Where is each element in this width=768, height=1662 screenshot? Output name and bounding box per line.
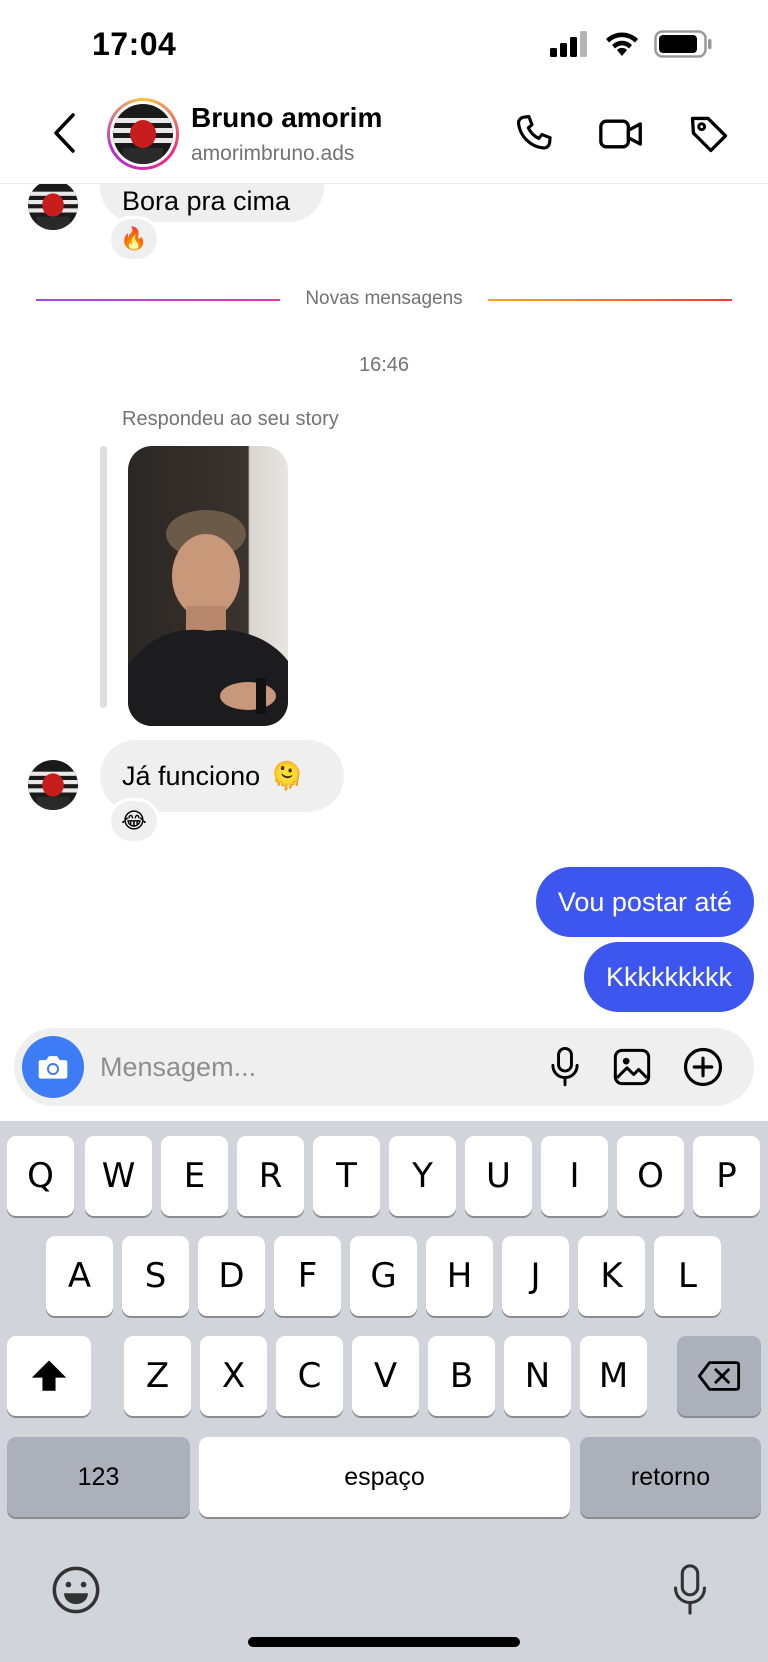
key-y[interactable]: Y <box>389 1136 456 1216</box>
key-m[interactable]: M <box>580 1336 647 1416</box>
status-time: 17:04 <box>92 26 177 62</box>
wifi-icon <box>606 32 638 56</box>
sender-avatar[interactable] <box>28 760 78 810</box>
avatar-image <box>28 760 78 810</box>
key-d[interactable]: D <box>198 1236 265 1316</box>
return-key[interactable]: retorno <box>580 1437 761 1517</box>
key-t[interactable]: T <box>313 1136 380 1216</box>
backspace-icon <box>697 1361 741 1391</box>
key-r[interactable]: R <box>237 1136 304 1216</box>
reaction-emoji: 😂 <box>121 808 147 833</box>
key-j[interactable]: J <box>502 1236 569 1316</box>
shift-icon <box>31 1360 67 1391</box>
key-q[interactable]: Q <box>7 1136 74 1216</box>
key-s[interactable]: S <box>122 1236 189 1316</box>
numbers-key[interactable]: 123 <box>7 1437 190 1517</box>
shift-key[interactable] <box>7 1336 91 1416</box>
key-g[interactable]: G <box>350 1236 417 1316</box>
story-reply-bar <box>100 446 107 708</box>
message-reaction[interactable]: 🔥 <box>108 216 160 262</box>
new-messages-divider: Novas mensagens <box>36 288 732 312</box>
more-options-button[interactable] <box>678 1042 728 1092</box>
status-bar: 17:04 <box>0 0 768 90</box>
plus-circle-icon <box>683 1047 723 1087</box>
key-k[interactable]: K <box>578 1236 645 1316</box>
emoji-keyboard-button[interactable] <box>46 1560 106 1620</box>
gallery-button[interactable] <box>607 1042 657 1092</box>
key-w[interactable]: W <box>85 1136 152 1216</box>
key-o[interactable]: O <box>617 1136 684 1216</box>
video-call-button[interactable] <box>595 108 647 160</box>
key-x[interactable]: X <box>200 1336 267 1416</box>
key-v[interactable]: V <box>352 1336 419 1416</box>
battery-icon <box>654 30 712 58</box>
outgoing-message[interactable]: Kkkkkkkkk <box>583 942 754 1012</box>
chat-header: Bruno amorim amorimbruno.ads <box>0 90 768 184</box>
video-camera-icon <box>599 119 642 149</box>
key-h[interactable]: H <box>426 1236 493 1316</box>
reaction-emoji: 🔥 <box>120 226 148 251</box>
space-key[interactable]: espaço <box>199 1437 570 1517</box>
key-b[interactable]: B <box>428 1336 495 1416</box>
microphone-icon <box>551 1046 579 1087</box>
status-icons <box>550 30 712 58</box>
message-text: Já funciono <box>122 760 261 791</box>
key-z[interactable]: Z <box>124 1336 191 1416</box>
message-text: Vou postar até <box>557 886 732 917</box>
camera-button[interactable] <box>22 1036 84 1098</box>
voice-message-button[interactable] <box>540 1042 590 1092</box>
message-composer <box>14 1028 754 1106</box>
contact-username[interactable]: amorimbruno.ads <box>191 142 354 166</box>
audio-call-button[interactable] <box>508 108 560 160</box>
key-u[interactable]: U <box>465 1136 532 1216</box>
key-l[interactable]: L <box>654 1236 721 1316</box>
story-thumbnail[interactable] <box>128 446 288 726</box>
software-keyboard: Q W E R T Y U I O P A S D F G H J K L Z … <box>0 1121 768 1662</box>
story-reply-note: Respondeu ao seu story <box>122 408 339 430</box>
message-emoji: 🫠 <box>270 761 304 791</box>
message-input[interactable] <box>100 1044 520 1090</box>
key-f[interactable]: F <box>274 1236 341 1316</box>
dictation-button[interactable] <box>660 1560 720 1620</box>
divider-line-right <box>488 299 732 301</box>
key-n[interactable]: N <box>504 1336 571 1416</box>
back-chevron-icon <box>54 113 75 153</box>
label-button[interactable] <box>683 108 735 160</box>
home-indicator[interactable] <box>248 1637 520 1647</box>
key-c[interactable]: C <box>276 1336 343 1416</box>
camera-icon <box>38 1056 68 1079</box>
timestamp-separator: 16:46 <box>358 354 410 376</box>
message-text: Bora pra cima <box>122 185 291 216</box>
outgoing-message[interactable]: Vou postar até <box>535 867 754 937</box>
key-p[interactable]: P <box>693 1136 760 1216</box>
back-button[interactable] <box>44 108 84 158</box>
dictation-mic-icon <box>673 1564 707 1615</box>
sender-avatar[interactable] <box>28 184 78 230</box>
key-i[interactable]: I <box>541 1136 608 1216</box>
avatar-image <box>113 104 173 164</box>
tag-icon <box>690 116 728 153</box>
message-reaction[interactable]: 😂 <box>108 798 160 844</box>
header-avatar[interactable] <box>107 98 179 170</box>
backspace-key[interactable] <box>677 1336 761 1416</box>
avatar-image <box>28 184 78 230</box>
gallery-icon <box>613 1048 651 1086</box>
key-e[interactable]: E <box>161 1136 228 1216</box>
contact-name[interactable]: Bruno amorim <box>191 102 382 134</box>
message-text: Kkkkkkkkk <box>605 961 732 992</box>
key-a[interactable]: A <box>46 1236 113 1316</box>
cellular-signal-icon <box>550 31 587 57</box>
story-image <box>128 446 288 726</box>
message-thread[interactable]: Bora pra cima 🔥 Novas mensagens 16:46 Re… <box>0 184 768 1028</box>
phone-icon <box>517 115 552 150</box>
emoji-icon <box>52 1566 100 1614</box>
